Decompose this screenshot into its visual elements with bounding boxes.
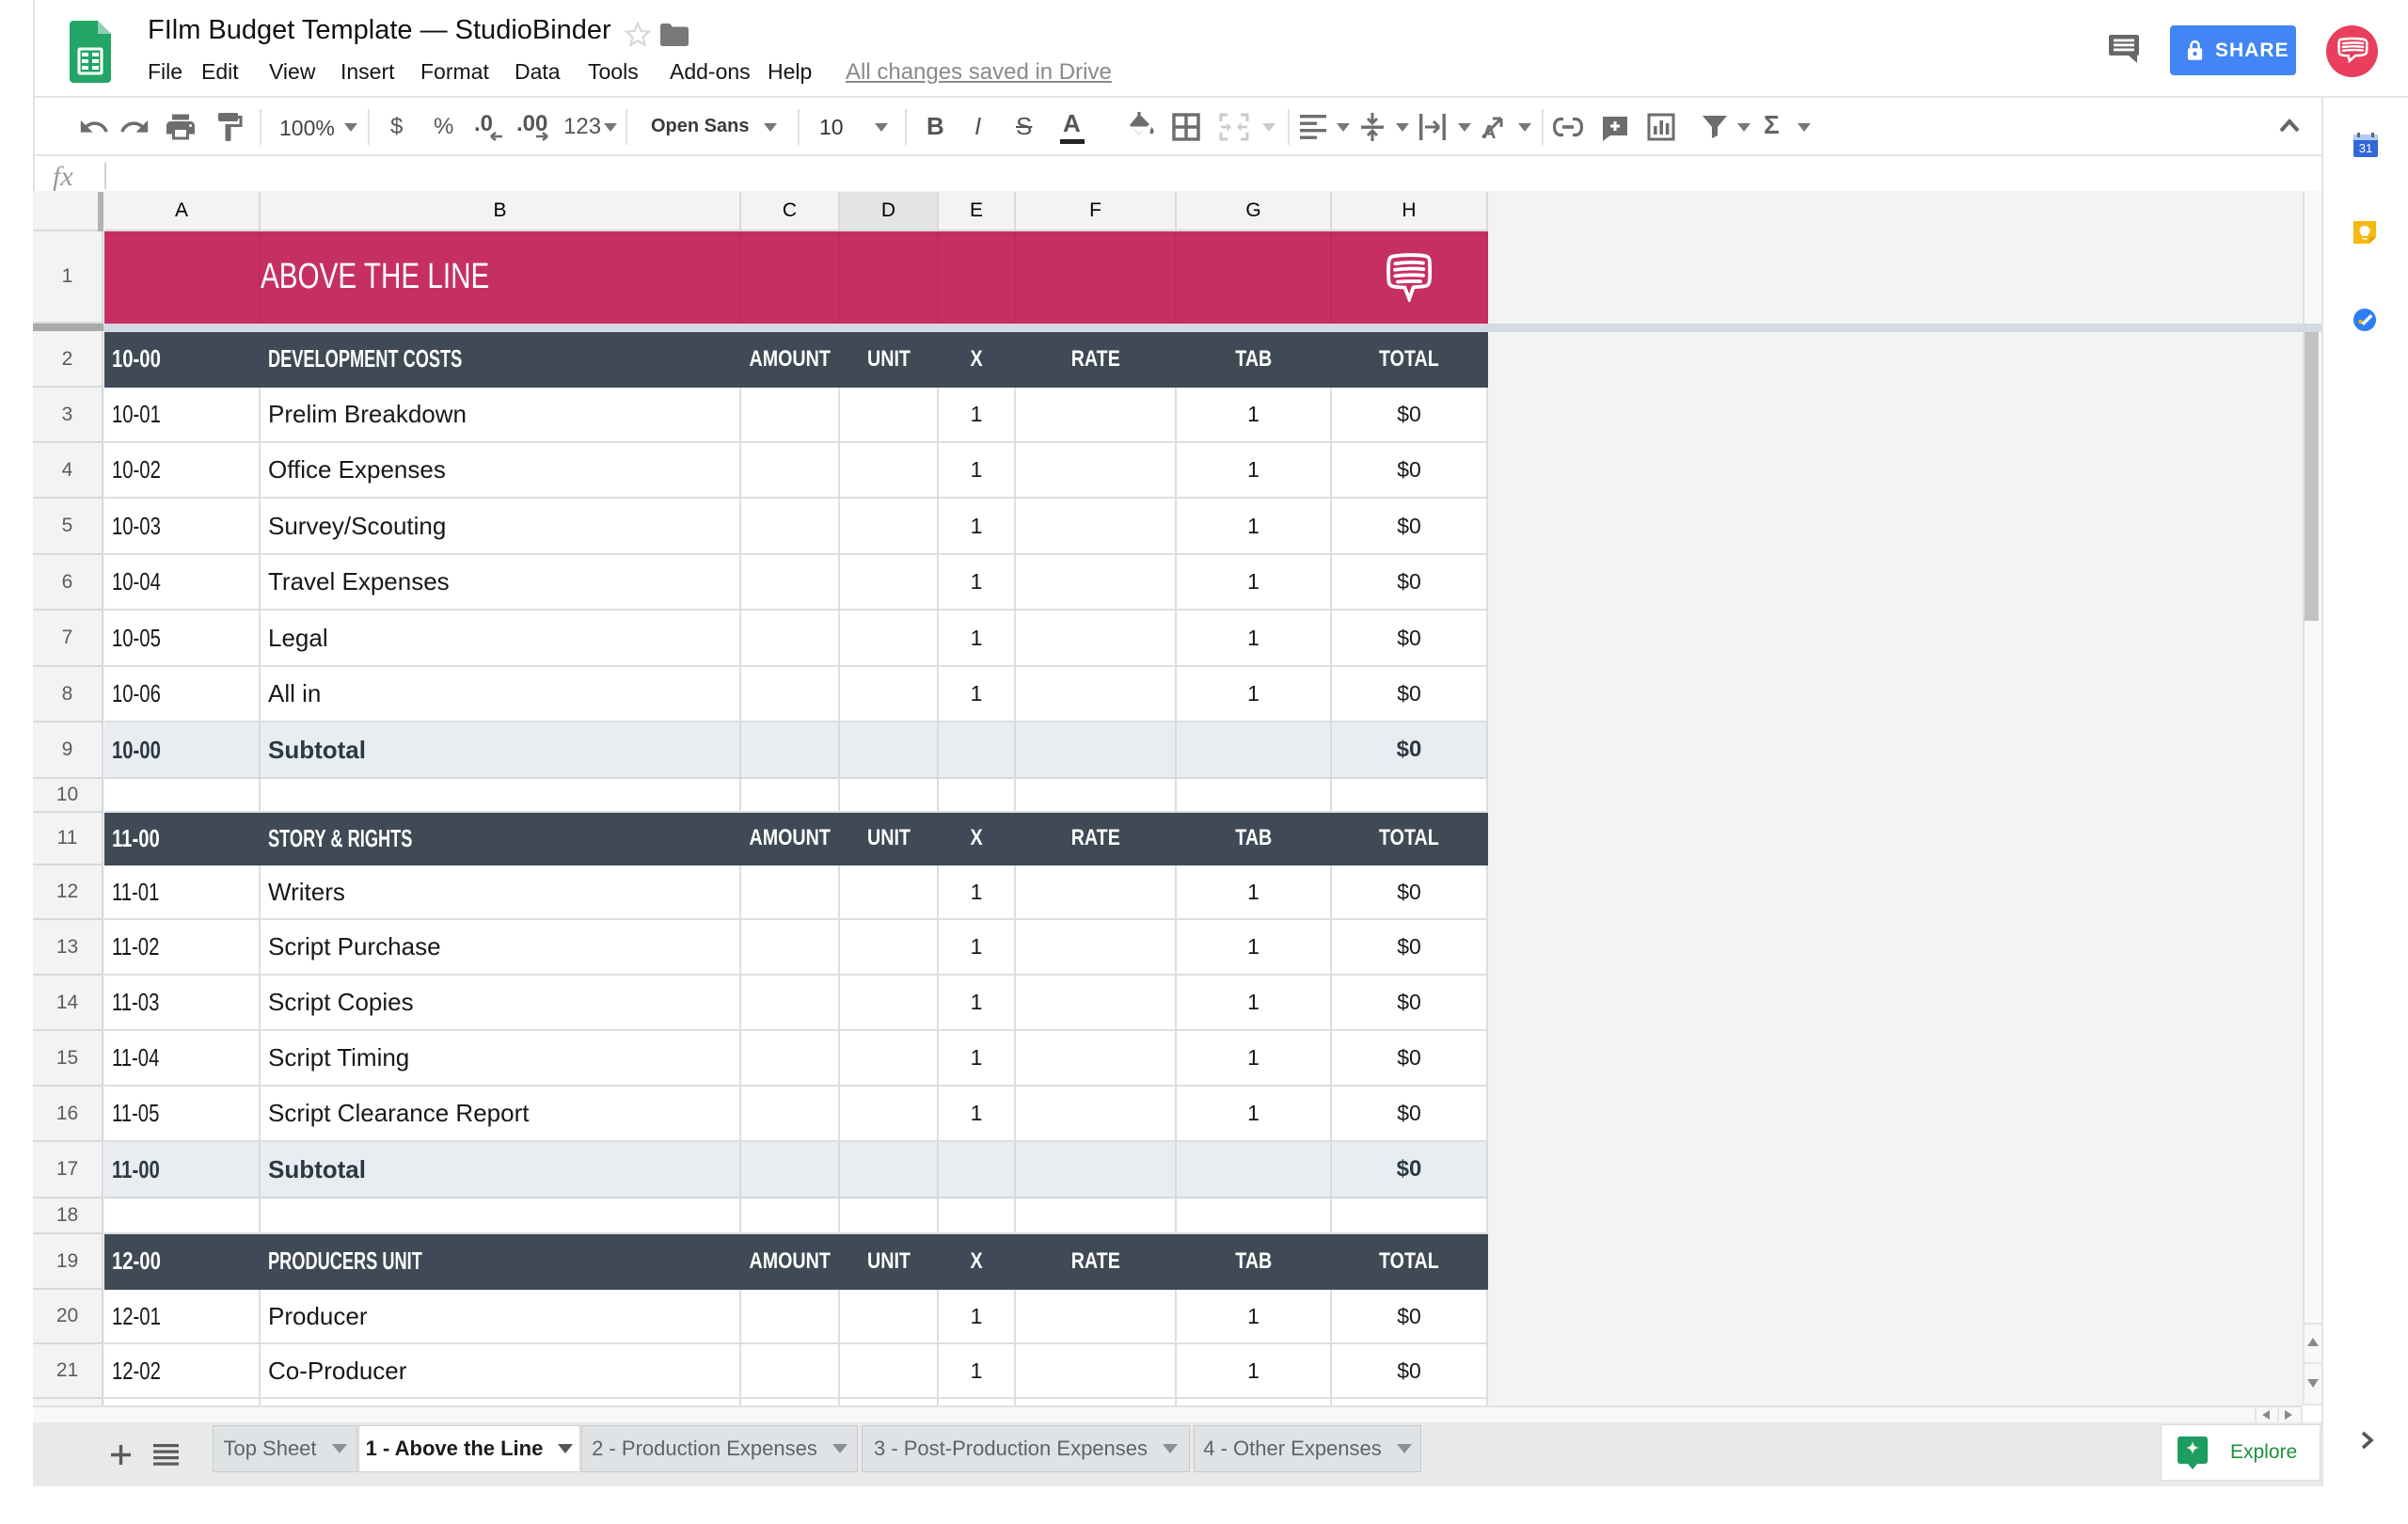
svg-text:A: A	[1482, 122, 1496, 141]
svg-text:31: 31	[2359, 141, 2372, 155]
